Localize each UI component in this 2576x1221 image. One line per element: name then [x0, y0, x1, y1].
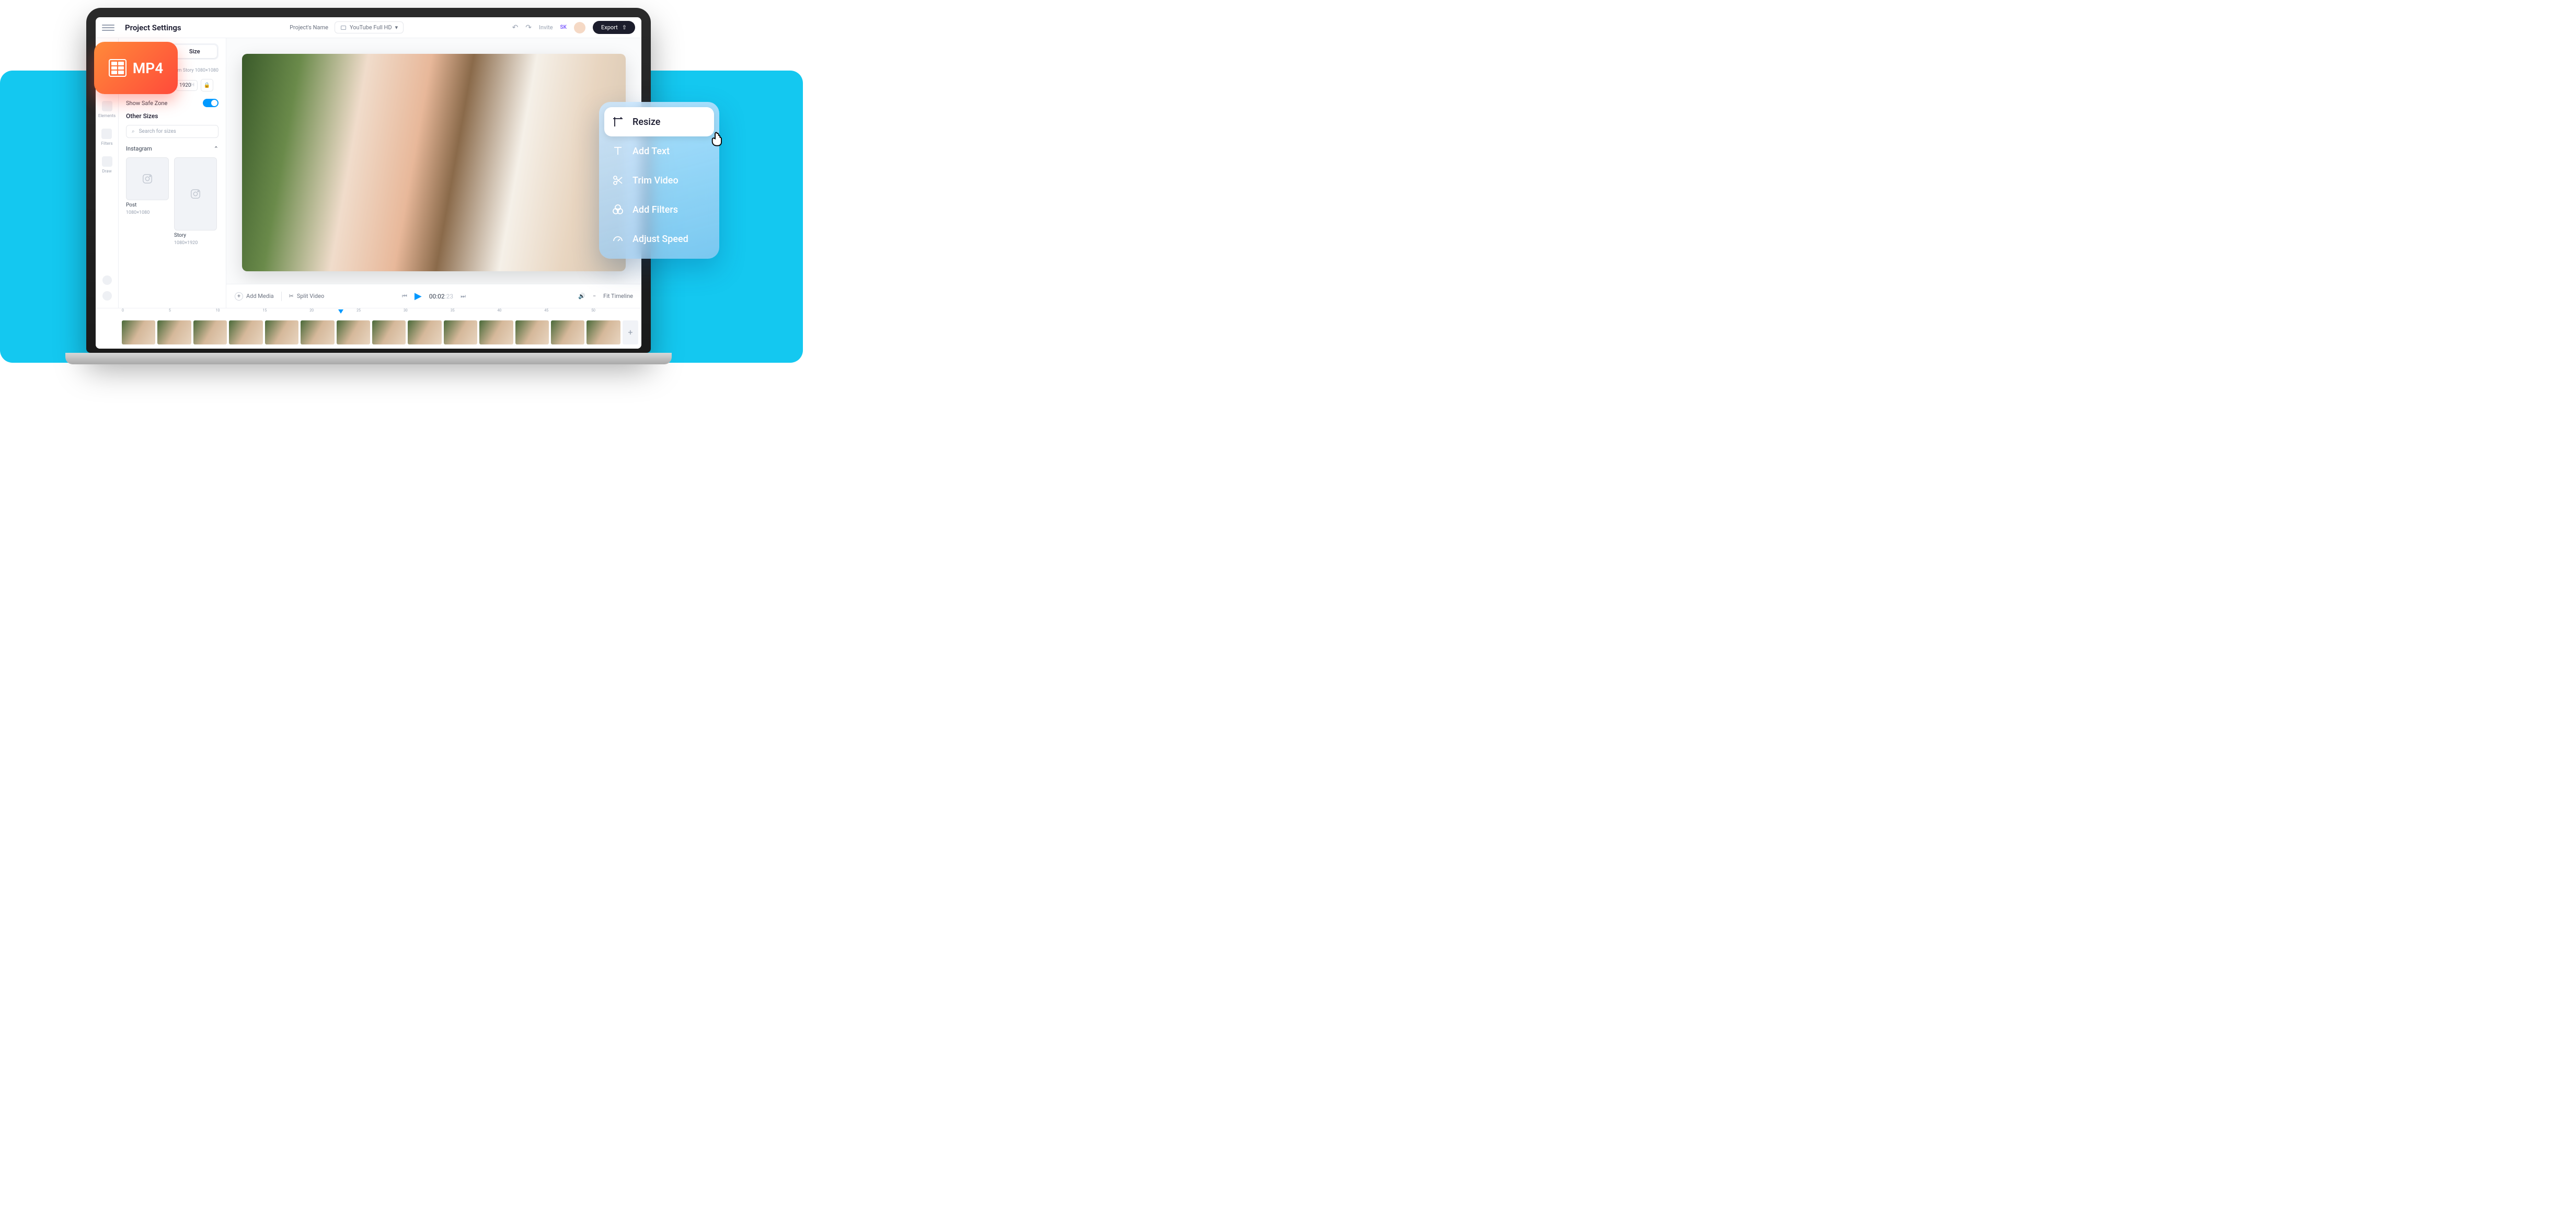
tool-add-filters[interactable]: Add Filters [604, 195, 714, 224]
clip-frame[interactable] [337, 320, 370, 344]
zoom-out-icon[interactable]: − [593, 293, 596, 300]
rail-filters[interactable]: Filters [101, 129, 112, 146]
height-input[interactable]: 1920H [176, 80, 198, 91]
clip-frame[interactable] [301, 320, 334, 344]
add-media-button[interactable]: +Add Media [235, 292, 274, 301]
clip-frame[interactable] [408, 320, 441, 344]
tool-resize[interactable]: Resize [604, 107, 714, 136]
safe-zone-toggle[interactable] [203, 99, 218, 107]
clip-frame[interactable] [515, 320, 549, 344]
tab-size[interactable]: Size [172, 45, 217, 58]
timecode: 00:02:23 [429, 293, 453, 300]
feedback-icon[interactable] [102, 291, 112, 301]
video-preview[interactable] [242, 54, 626, 271]
size-story[interactable]: Story 1080×1920 [174, 157, 217, 246]
rail-elements[interactable]: Elements [98, 101, 116, 118]
clip-frame[interactable] [157, 320, 191, 344]
lock-aspect-icon[interactable]: 🔒 [201, 79, 213, 91]
chevron-down-icon: ▾ [395, 24, 398, 31]
clip-frame[interactable] [444, 320, 477, 344]
project-name[interactable]: Project's Name [290, 24, 328, 31]
canvas-area: +Add Media ✂Split Video ⏮ ▶ 00:02:23 ⏭ 🔊… [226, 38, 641, 308]
topbar: Project Settings Project's Name YouTube … [96, 17, 641, 38]
undo-icon[interactable]: ↶ [512, 24, 519, 32]
film-icon [109, 59, 126, 77]
safe-zone-label: Show Safe Zone [126, 100, 167, 107]
tool-add-text[interactable]: Add Text [604, 136, 714, 166]
chevron-up-icon: ⌃ [214, 145, 218, 152]
avatar[interactable] [574, 22, 585, 33]
timeline: 05101520253035404550 [96, 308, 641, 349]
tool-trim-video[interactable]: Trim Video [604, 166, 714, 195]
clip-frame[interactable] [122, 320, 155, 344]
clip-frame[interactable] [229, 320, 262, 344]
fit-timeline-button[interactable]: Fit Timeline [603, 293, 633, 300]
clip-frame[interactable] [193, 320, 227, 344]
timeline-ruler[interactable]: 05101520253035404550 [119, 308, 641, 316]
panel-title: Project Settings [125, 23, 181, 32]
search-input[interactable]: ⌕ Search for sizes [126, 125, 218, 138]
help-icon[interactable] [102, 275, 112, 285]
tool-menu: Resize Add Text Trim Video Add Filters A… [599, 102, 719, 259]
redo-icon[interactable]: ↷ [525, 24, 532, 32]
scissors-icon: ✂ [289, 293, 294, 300]
clip-frame[interactable] [586, 320, 620, 344]
upload-icon: ⇧ [622, 24, 627, 31]
clip-frame[interactable] [551, 320, 584, 344]
preset-selector[interactable]: YouTube Full HD ▾ [335, 21, 404, 33]
tool-adjust-speed[interactable]: Adjust Speed [604, 224, 714, 254]
clip-frame[interactable] [265, 320, 298, 344]
clip-frame[interactable] [372, 320, 406, 344]
other-sizes-title: Other Sizes [126, 112, 218, 120]
play-icon[interactable]: ▶ [415, 291, 422, 302]
timeline-track[interactable]: + [119, 316, 641, 349]
transport-bar: +Add Media ✂Split Video ⏮ ▶ 00:02:23 ⏭ 🔊… [226, 284, 641, 308]
skip-back-icon[interactable]: ⏮ [402, 293, 407, 300]
skip-forward-icon[interactable]: ⏭ [461, 293, 466, 300]
user-initials: SK [560, 25, 567, 30]
volume-icon[interactable]: 🔊 [578, 293, 585, 300]
export-button[interactable]: Export ⇧ [593, 21, 635, 34]
size-post[interactable]: Post 1080×1080 [126, 157, 169, 246]
search-icon: ⌕ [132, 129, 135, 134]
group-instagram[interactable]: Instagram ⌃ [126, 145, 218, 152]
clip-frame[interactable] [479, 320, 513, 344]
menu-icon[interactable] [102, 25, 114, 31]
mp4-badge: MP4 [94, 42, 178, 94]
rail-draw[interactable]: Draw [102, 156, 112, 174]
invite-button[interactable]: Invite [539, 24, 553, 31]
add-clip-button[interactable]: + [623, 320, 638, 344]
split-video-button[interactable]: ✂Split Video [289, 293, 325, 300]
